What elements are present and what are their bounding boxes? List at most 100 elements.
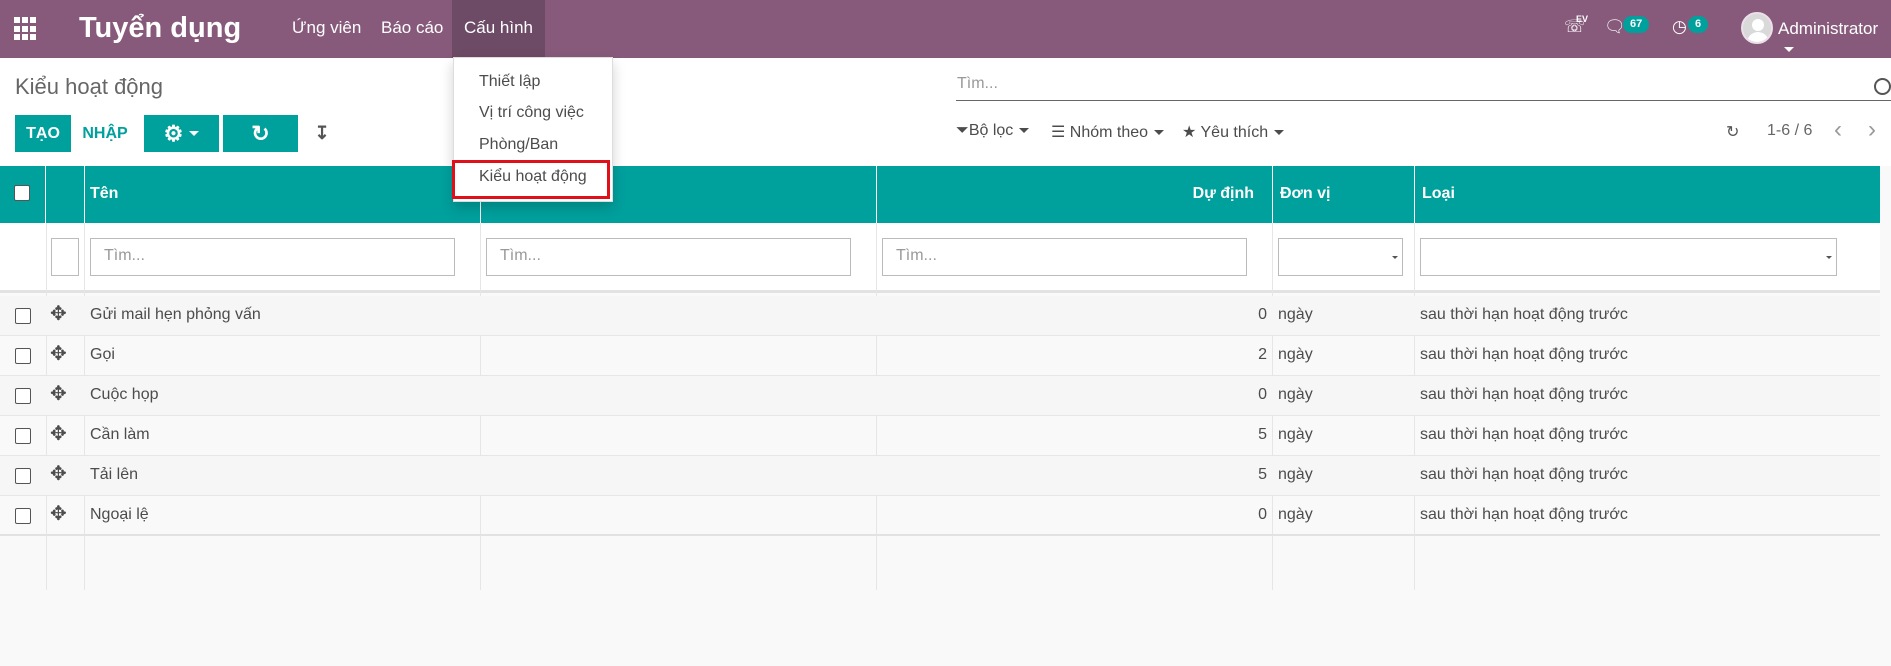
row-checkbox[interactable] [15, 428, 31, 444]
row-type: sau thời hạn hoạt động trước [1420, 346, 1628, 363]
favorites-dropdown[interactable]: ★ Yêu thích [1182, 122, 1285, 142]
user-name: Administrator [1778, 19, 1879, 38]
row-type: sau thời hạn hoạt động trước [1420, 466, 1628, 483]
row-unit: ngày [1278, 386, 1313, 403]
drag-handle-icon[interactable]: ✥ [50, 461, 67, 486]
app-title: Tuyển dụng [79, 12, 242, 44]
next-page-icon[interactable]: › [1868, 116, 1876, 144]
menu-job-positions[interactable]: Vị trí công việc [479, 104, 584, 122]
row-checkbox[interactable] [15, 468, 31, 484]
control-panel: Kiểu hoạt động TẠO NHẬP ⚙ ↻ ↧ Tìm... ⏷Bộ… [0, 58, 1891, 166]
create-button[interactable]: TẠO [15, 115, 71, 152]
row-unit: ngày [1278, 426, 1313, 443]
activities-icon[interactable]: ◷ [1672, 17, 1687, 37]
groupby-label: Nhóm theo [1069, 124, 1149, 141]
menu-settings[interactable]: Thiết lập [479, 73, 540, 91]
row-planned: 0 [1258, 306, 1267, 323]
row-unit: ngày [1278, 346, 1313, 363]
row-unit: ngày [1278, 306, 1313, 323]
refresh-button[interactable]: ↻ [223, 115, 298, 152]
handle-column [46, 166, 85, 223]
row-planned: 0 [1258, 386, 1267, 403]
row-type: sau thời hạn hoạt động trước [1420, 506, 1628, 523]
menu-applicants[interactable]: Ứng viên [292, 18, 361, 38]
column-type[interactable]: Loại [1415, 166, 1880, 223]
search-input[interactable]: Tìm... [956, 71, 1891, 101]
row-name: Cần làm [90, 426, 150, 443]
app-menu-icon[interactable] [14, 17, 38, 41]
table-row[interactable]: ✥ Ngoại lệ 0 ngày sau thời hạn hoạt động… [0, 496, 1880, 536]
row-type: sau thời hạn hoạt động trước [1420, 306, 1628, 323]
row-checkbox[interactable] [15, 508, 31, 524]
column-planned[interactable]: Dự định [877, 166, 1273, 223]
phone-label: EV [1576, 14, 1589, 24]
messages-badge: 67 [1623, 16, 1650, 33]
column-name[interactable]: Tên [85, 166, 481, 223]
activities-badge: 6 [1688, 16, 1709, 33]
filter-icon: ⏷ [956, 122, 969, 139]
row-name: Cuộc họp [90, 386, 159, 403]
list-icon: ☰ [1051, 124, 1066, 141]
row-name: Tải lên [90, 466, 139, 483]
gear-icon: ⚙ [163, 120, 184, 146]
user-menu[interactable]: Administrator [1778, 19, 1891, 59]
row-checkbox[interactable] [15, 348, 31, 364]
previous-page-icon[interactable]: ‹ [1834, 116, 1842, 144]
row-name: Gửi mail hẹn phỏng vấn [90, 306, 261, 323]
search-placeholder: Tìm... [957, 75, 998, 92]
row-planned: 5 [1258, 466, 1267, 483]
row-unit: ngày [1278, 466, 1313, 483]
column-unit[interactable]: Đơn vị [1273, 166, 1415, 223]
row-type: sau thời hạn hoạt động trước [1420, 426, 1628, 443]
highlight-box [452, 160, 610, 199]
row-checkbox[interactable] [15, 308, 31, 324]
drag-handle-icon[interactable]: ✥ [50, 421, 67, 446]
drag-handle-icon[interactable]: ✥ [50, 501, 67, 526]
filters-dropdown[interactable]: ⏷Bộ lọc [956, 122, 1030, 140]
drag-handle-icon[interactable]: ✥ [50, 381, 67, 406]
row-unit: ngày [1278, 506, 1313, 523]
select-all-checkbox[interactable] [14, 185, 30, 201]
refresh-icon: ↻ [251, 120, 270, 146]
drag-handle-icon[interactable]: ✥ [50, 301, 67, 326]
menu-reports[interactable]: Báo cáo [381, 18, 443, 38]
top-navbar: Tuyển dụng Ứng viên Báo cáo Cấu hình ☏ E… [0, 0, 1891, 58]
table-header: Tên Dự định Đơn vị Loại [0, 166, 1880, 223]
avatar[interactable] [1741, 12, 1773, 44]
filter-blank-input[interactable]: Tìm... [486, 238, 851, 276]
import-button[interactable]: NHẬP [73, 115, 137, 152]
row-planned: 2 [1258, 346, 1267, 363]
table-filter-row: Tìm... Tìm... Tìm... [0, 223, 1880, 293]
drag-handle-icon[interactable]: ✥ [50, 341, 67, 366]
select-all-cell [0, 166, 46, 223]
filters-label: Bộ lọc [968, 122, 1014, 139]
filter-handle-input[interactable] [51, 238, 79, 276]
table-row[interactable]: ✥ Tải lên 5 ngày sau thời hạn hoạt động … [0, 456, 1880, 496]
filter-unit-select[interactable] [1278, 238, 1403, 276]
star-icon: ★ [1182, 124, 1197, 141]
favorites-label: Yêu thích [1200, 124, 1269, 141]
row-name: Gọi [90, 346, 115, 363]
row-checkbox[interactable] [15, 388, 31, 404]
search-icon[interactable] [1874, 78, 1891, 95]
row-planned: 0 [1258, 506, 1267, 523]
row-type: sau thời hạn hoạt động trước [1420, 386, 1628, 403]
table-row[interactable]: ✥ Gửi mail hẹn phỏng vấn 0 ngày sau thời… [0, 296, 1880, 336]
row-planned: 5 [1258, 426, 1267, 443]
filter-planned-input[interactable]: Tìm... [882, 238, 1247, 276]
breadcrumb: Kiểu hoạt động [15, 74, 164, 99]
row-name: Ngoại lệ [90, 506, 149, 523]
groupby-dropdown[interactable]: ☰ Nhóm theo [1051, 122, 1165, 142]
menu-configuration[interactable]: Cấu hình [452, 0, 545, 58]
action-menu-button[interactable]: ⚙ [144, 115, 219, 152]
download-icon[interactable]: ↧ [310, 115, 334, 152]
pager-refresh-icon[interactable]: ↻ [1726, 122, 1739, 142]
filter-name-input[interactable]: Tìm... [90, 238, 455, 276]
messages-icon[interactable]: 🗨 [1604, 17, 1626, 37]
table-row[interactable]: ✥ Gọi 2 ngày sau thời hạn hoạt động trướ… [0, 336, 1880, 376]
pager-value: 1-6 / 6 [1767, 122, 1813, 139]
table-row[interactable]: ✥ Cuộc họp 0 ngày sau thời hạn hoạt động… [0, 376, 1880, 416]
menu-departments[interactable]: Phòng/Ban [479, 136, 558, 154]
filter-type-select[interactable] [1420, 238, 1837, 276]
table-row[interactable]: ✥ Cần làm 5 ngày sau thời hạn hoạt động … [0, 416, 1880, 456]
